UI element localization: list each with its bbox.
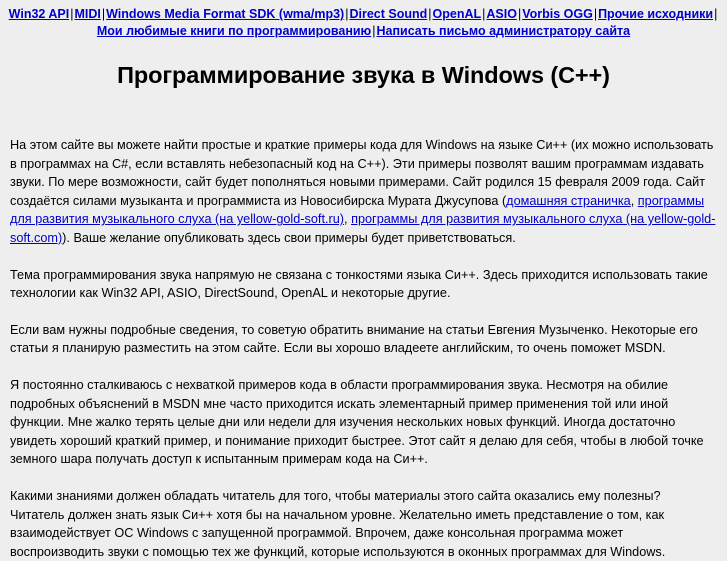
nav-link-midi[interactable]: MIDI: [74, 7, 100, 21]
nav-link-windows-media-format-sdk[interactable]: Windows Media Format SDK (wma/mp3): [106, 7, 344, 21]
paragraph-references: Если вам нужны подробные сведения, то со…: [10, 322, 698, 356]
paragraph-motivation: Я постоянно сталкиваюсь с нехваткой прим…: [10, 377, 704, 467]
main-content: На этом сайте вы можете найти простые и …: [0, 136, 727, 561]
paragraph-technologies: Тема программирования звука напрямую не …: [10, 267, 708, 301]
link-homepage[interactable]: домашняя страничка: [506, 194, 631, 208]
paragraph-intro-text-4: ). Ваше желание опубликовать здесь свои …: [62, 230, 516, 245]
nav-link-other-sources[interactable]: Прочие исходники: [598, 7, 713, 21]
nav-link-asio[interactable]: ASIO: [486, 7, 517, 21]
top-navigation: Win32 API|MIDI|Windows Media Format SDK …: [0, 0, 727, 40]
page-title: Программирование звука в Windows (C++): [117, 62, 610, 88]
paragraph-intro-text-2: ,: [630, 193, 638, 208]
nav-separator: |: [714, 7, 718, 21]
nav-link-contact-admin[interactable]: Написать письмо администратору сайта: [376, 24, 630, 38]
paragraph-prerequisites: Какими знаниями должен обладать читатель…: [10, 488, 666, 559]
nav-link-openal[interactable]: OpenAL: [433, 7, 482, 21]
page-root: Win32 API|MIDI|Windows Media Format SDK …: [0, 0, 727, 561]
nav-link-favorite-books[interactable]: Мои любимые книги по программированию: [97, 24, 371, 38]
paragraph-intro: На этом сайте вы можете найти простые и …: [10, 136, 717, 248]
nav-link-win32-api[interactable]: Win32 API: [9, 7, 70, 21]
nav-link-vorbis-ogg[interactable]: Vorbis OGG: [522, 7, 593, 21]
nav-link-direct-sound[interactable]: Direct Sound: [349, 7, 427, 21]
